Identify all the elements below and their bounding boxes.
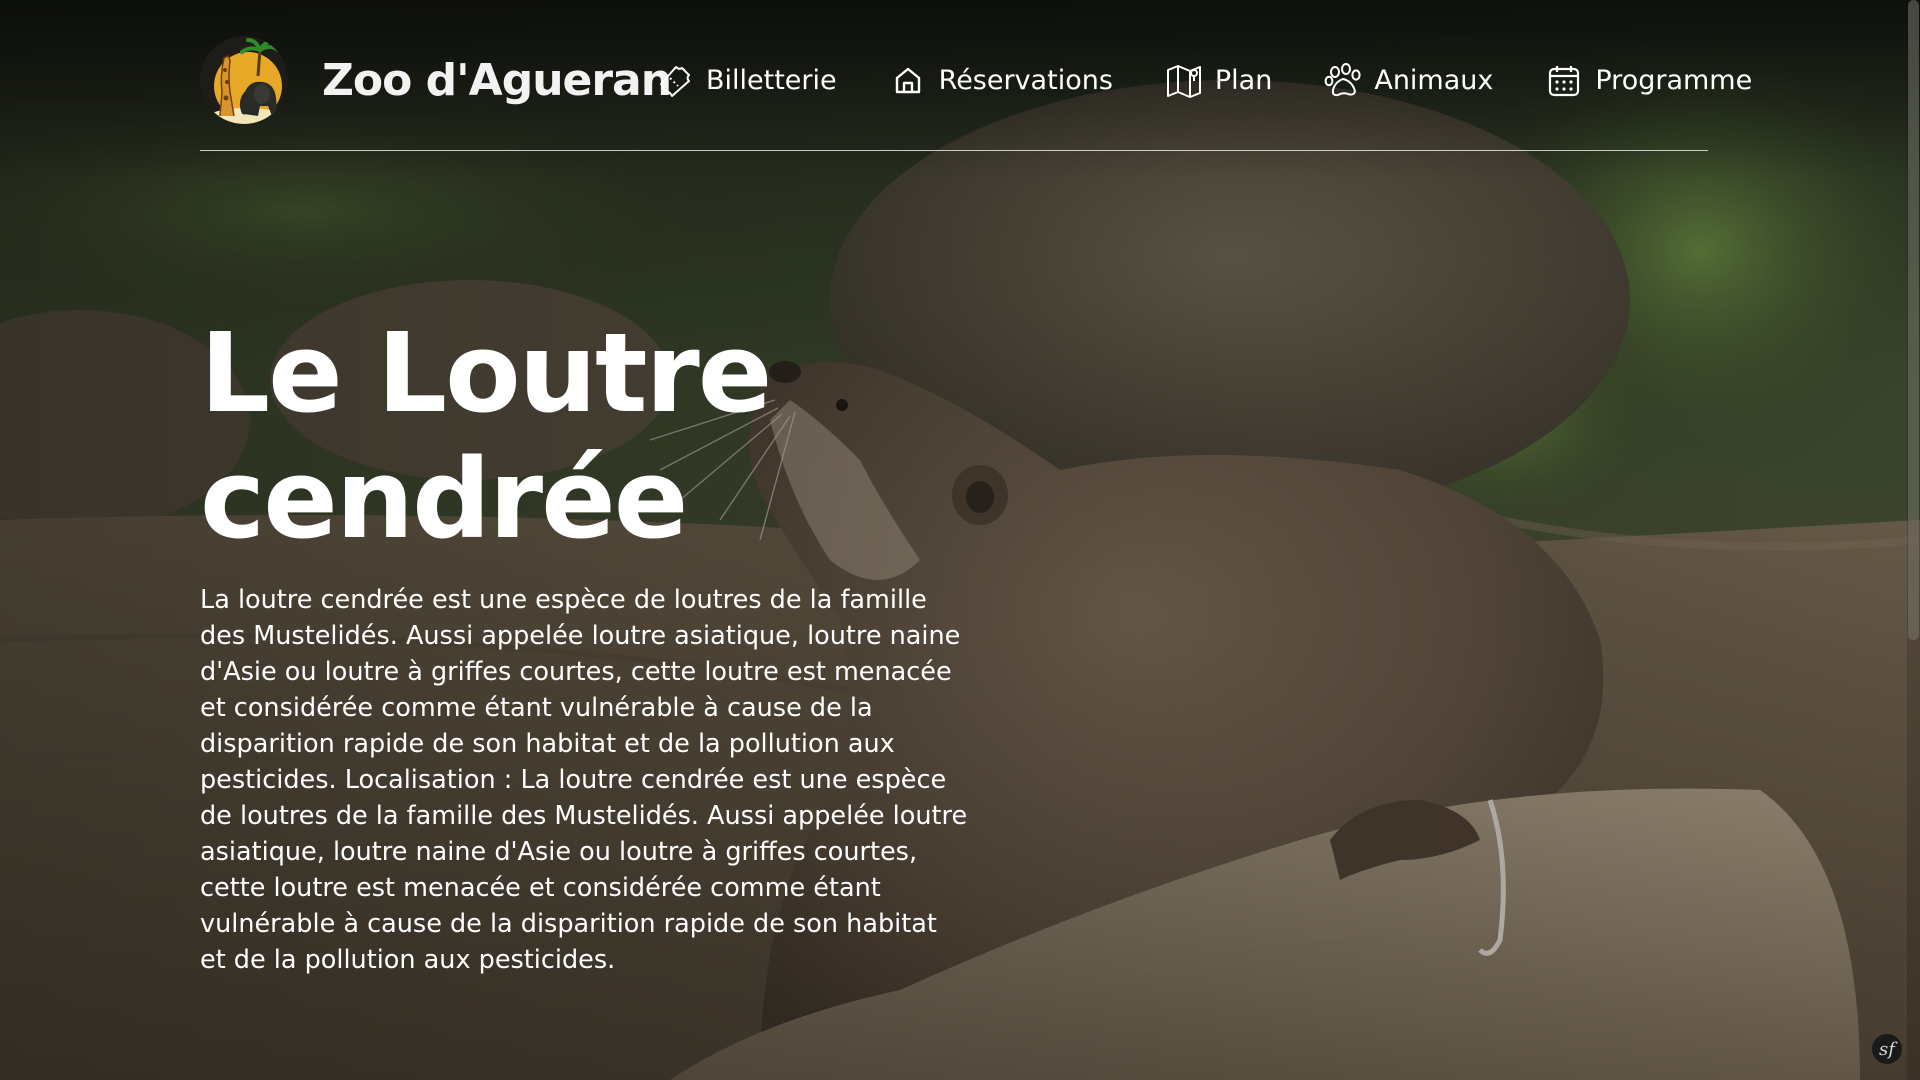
nav-plan[interactable]: Plan: [1165, 61, 1272, 99]
site-name: Zoo d'Agueran: [322, 54, 672, 106]
nav-billetterie-label: Billetterie: [706, 64, 837, 96]
nav-animaux[interactable]: Animaux: [1324, 61, 1493, 99]
symfony-toolbar-icon[interactable]: sf: [1872, 1034, 1902, 1064]
home-icon: [895, 67, 920, 94]
site-header: Zoo d'Agueran Billetterie Réservations P…: [200, 36, 1752, 151]
nav-animaux-label: Animaux: [1374, 64, 1494, 96]
paw-icon: [1324, 63, 1361, 97]
nav-reservations[interactable]: Réservations: [889, 61, 1113, 99]
vertical-scrollbar[interactable]: [1907, 0, 1920, 1080]
nav-plan-label: Plan: [1214, 64, 1273, 96]
calendar-icon: [1549, 66, 1580, 97]
map-icon: [1166, 65, 1201, 98]
zoo-logo-icon: [200, 36, 288, 124]
ticket-icon: [660, 66, 690, 97]
main-navigation: Billetterie Réservations Plan Animaux Pr…: [656, 58, 1752, 102]
nav-programme-label: Programme: [1595, 64, 1753, 96]
nav-reservations-label: Réservations: [938, 64, 1113, 96]
page-title: Le Loutre cendrée: [200, 309, 772, 563]
scrollbar-thumb[interactable]: [1908, 0, 1919, 640]
nav-programme[interactable]: Programme: [1545, 61, 1752, 99]
nav-billetterie[interactable]: Billetterie: [656, 61, 837, 99]
animal-description: La loutre cendrée est une espèce de lout…: [200, 585, 968, 975]
brand-home-link[interactable]: Zoo d'Agueran: [200, 36, 672, 124]
